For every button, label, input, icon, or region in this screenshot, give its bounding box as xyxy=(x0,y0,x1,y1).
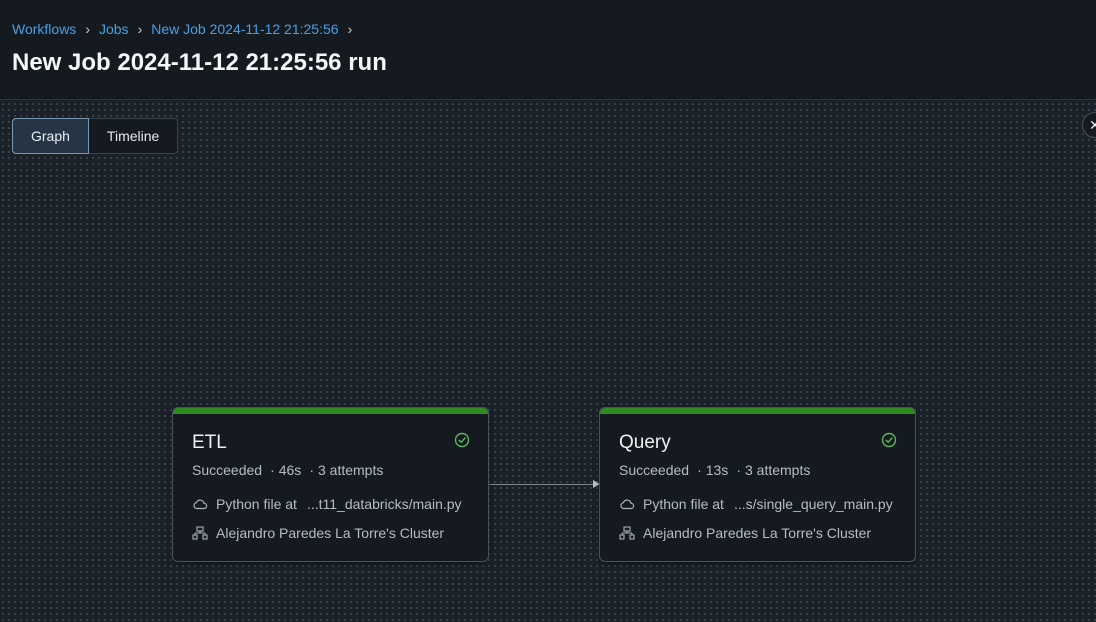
chevron-right-icon: › xyxy=(347,21,353,37)
task-attempts: 3 attempts xyxy=(744,462,811,478)
chevron-right-icon: › xyxy=(137,21,143,37)
breadcrumb-workflows-link[interactable]: Workflows xyxy=(12,21,76,37)
task-cluster[interactable]: Alejandro Paredes La Torre's Cluster xyxy=(643,525,871,541)
cluster-icon xyxy=(192,526,208,540)
task-cluster-row: Alejandro Paredes La Torre's Cluster xyxy=(619,525,871,541)
dependency-edge xyxy=(489,484,593,485)
chevron-right-icon: › xyxy=(85,21,90,37)
breadcrumb-jobs-link[interactable]: Jobs xyxy=(99,21,129,37)
task-source-prefix: Python file at xyxy=(643,496,724,512)
cloud-icon xyxy=(620,499,635,510)
page-header: Workflows › Jobs › New Job 2024-11-12 21… xyxy=(0,0,1096,100)
task-card-query[interactable]: Query Succeeded · 13s · 3 attempts Python fi… xyxy=(599,407,916,562)
task-source-row: Python file at ...t11_databricks/main.py xyxy=(192,496,462,512)
task-status: Succeeded xyxy=(619,462,690,478)
task-attempts: 3 attempts xyxy=(317,462,384,478)
cloud-icon xyxy=(193,499,208,510)
tab-graph[interactable]: Graph xyxy=(12,118,89,154)
task-name: Query xyxy=(619,432,671,453)
task-cluster-row: Alejandro Paredes La Torre's Cluster xyxy=(192,525,444,541)
view-toggle: Graph Timeline xyxy=(12,118,179,154)
page-title: New Job 2024-11-12 21:25:56 run xyxy=(12,49,387,76)
task-card-etl[interactable]: ETL Succeeded · 46s · 3 attempts Python file… xyxy=(172,407,489,562)
task-status-row: Succeeded · 46s · 3 attempts xyxy=(192,462,384,478)
breadcrumb: Workflows › Jobs › New Job 2024-11-12 21… xyxy=(12,21,361,37)
task-status: Succeeded xyxy=(192,462,263,478)
tab-timeline[interactable]: Timeline xyxy=(88,118,179,154)
check-circle-icon xyxy=(881,432,897,448)
status-bar xyxy=(600,408,915,414)
close-icon: ✕ xyxy=(1089,116,1096,133)
task-cluster[interactable]: Alejandro Paredes La Torre's Cluster xyxy=(216,525,444,541)
task-duration: 46s xyxy=(278,462,302,478)
cluster-icon xyxy=(619,526,635,540)
status-bar xyxy=(173,408,488,414)
task-source-row: Python file at ...s/single_query_main.py xyxy=(619,496,893,512)
breadcrumb-job-link[interactable]: New Job 2024-11-12 21:25:56 xyxy=(151,21,338,37)
task-source-prefix: Python file at xyxy=(216,496,297,512)
task-duration: 13s xyxy=(705,462,729,478)
task-source-path[interactable]: ...s/single_query_main.py xyxy=(734,496,893,512)
task-source-path[interactable]: ...t11_databricks/main.py xyxy=(307,496,462,512)
task-status-row: Succeeded · 13s · 3 attempts xyxy=(619,462,811,478)
check-circle-icon xyxy=(454,432,470,448)
dag-canvas[interactable] xyxy=(0,101,1096,622)
task-name: ETL xyxy=(192,432,227,453)
